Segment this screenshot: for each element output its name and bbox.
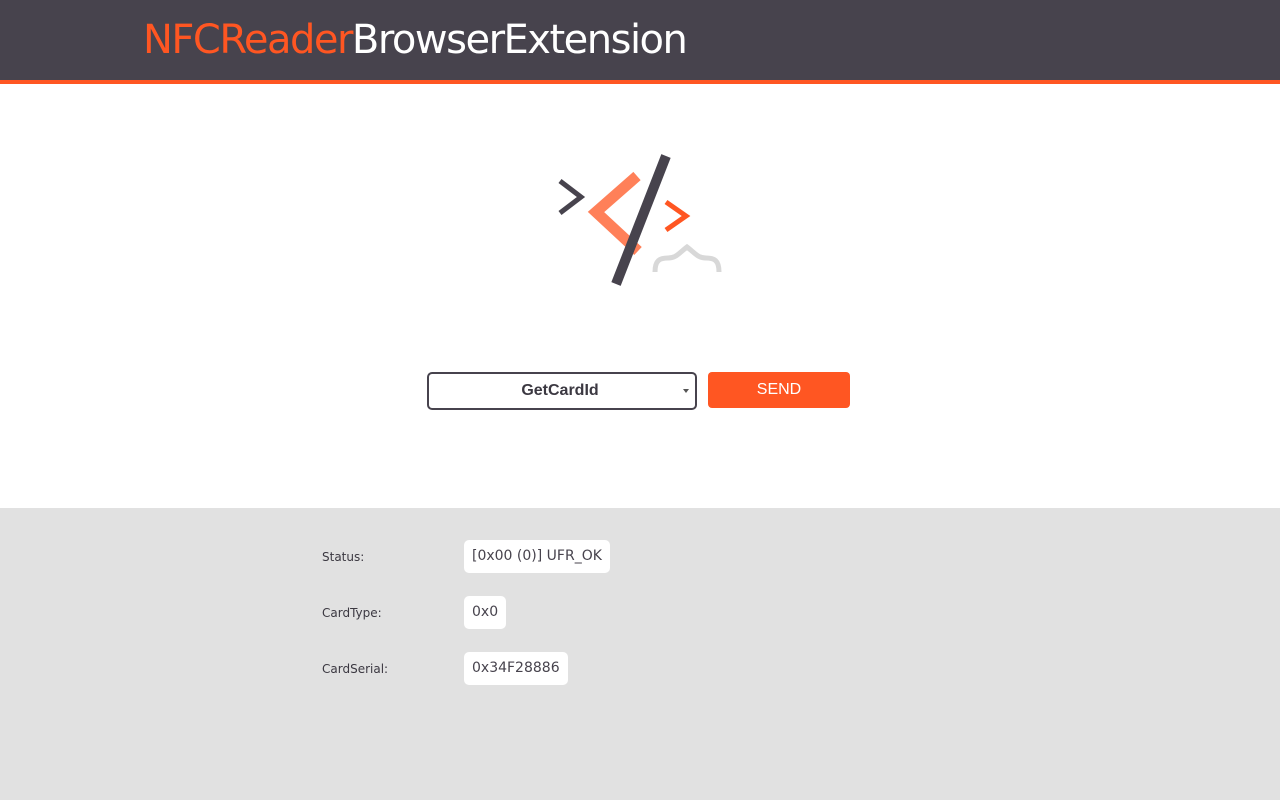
chevron-right-orange-icon [664, 199, 691, 233]
result-row-cardserial: CardSerial: 0x34F28886 [0, 652, 1280, 686]
command-select-value: GetCardId [521, 382, 599, 399]
caret-down-icon [683, 389, 689, 393]
brace-icon [652, 243, 722, 273]
status-value: [0x00 (0)] UFR_OK [464, 540, 610, 573]
command-controls: GetCardId SEND [427, 372, 857, 412]
app-header: NFCReaderBrowserExtension [0, 0, 1280, 84]
app-title-accent: NFCReader [143, 17, 353, 63]
results-panel: Status: [0x00 (0)] UFR_OK CardType: 0x0 … [0, 508, 1280, 800]
app-title-rest: BrowserExtension [351, 17, 688, 63]
cardserial-value: 0x34F28886 [464, 652, 568, 685]
app-title: NFCReaderBrowserExtension [143, 14, 688, 66]
result-row-cardtype: CardType: 0x0 [0, 596, 1280, 630]
code-logo-icon [550, 150, 730, 290]
chevron-right-dark-icon [558, 179, 586, 215]
status-label: Status: [322, 550, 365, 564]
cardtype-label: CardType: [322, 606, 382, 620]
command-select[interactable]: GetCardId [427, 372, 697, 410]
cardserial-label: CardSerial: [322, 662, 389, 676]
cardtype-value: 0x0 [464, 596, 507, 629]
send-button[interactable]: SEND [708, 372, 850, 408]
result-row-status: Status: [0x00 (0)] UFR_OK [0, 540, 1280, 574]
